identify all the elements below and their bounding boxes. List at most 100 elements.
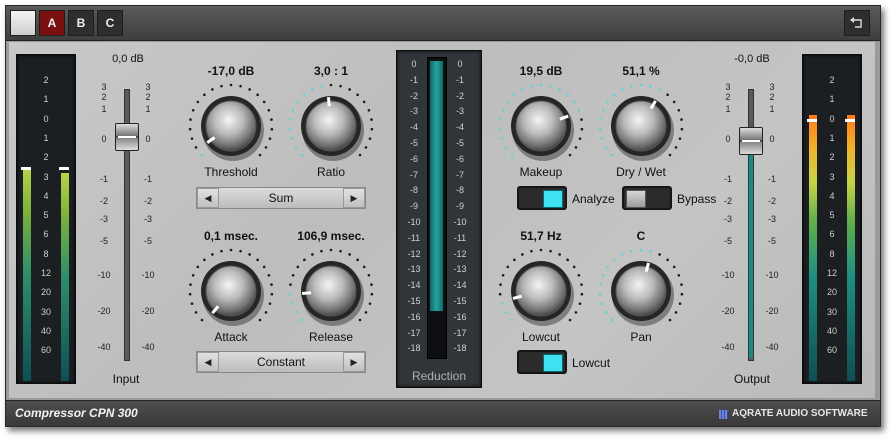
output-label: Output [733, 372, 771, 386]
output-fader-handle[interactable] [739, 127, 763, 155]
reduction-tick: -1 [409, 74, 418, 85]
return-arrow-icon[interactable] [844, 10, 870, 36]
preset-a-button[interactable]: A [39, 10, 65, 36]
bypass-label: Bypass [677, 192, 717, 206]
preset-blank-button[interactable] [10, 10, 36, 36]
reduction-tick: -7 [455, 169, 464, 180]
output-fader-tick: -3 [767, 214, 776, 224]
input-fader-tick: -10 [141, 270, 155, 280]
lowcut-toggle[interactable] [517, 350, 567, 374]
reduction-tick: -3 [409, 106, 418, 117]
output-meter-tick: 20 [826, 287, 837, 298]
output-meter-tick: 3 [829, 171, 835, 182]
reduction-tick: -10 [407, 217, 421, 227]
reduction-tick: -12 [453, 248, 467, 259]
drywet-value: 51,1 % [622, 64, 660, 78]
detection-next-arrow-icon[interactable]: ▶ [343, 188, 365, 208]
output-meter-tick: 1 [829, 132, 835, 143]
input-fader-tick: -3 [99, 214, 108, 224]
makeup-value: 19,5 dB [519, 64, 563, 78]
reduction-tick: -8 [455, 185, 464, 196]
input-meter-tick: 2 [43, 152, 49, 163]
top-bar: A B C [6, 6, 880, 41]
input-fader-handle[interactable] [115, 123, 139, 151]
reduction-tick: -15 [407, 296, 421, 306]
reduction-tick: -2 [455, 90, 464, 101]
reduction-tick: -10 [453, 217, 467, 227]
reduction-tick: -7 [409, 169, 418, 180]
reduction-tick: -14 [407, 280, 421, 291]
pan-label: Pan [630, 330, 652, 344]
reduction-tick: -2 [409, 90, 418, 101]
reduction-tick: -15 [453, 296, 467, 306]
input-fader-tick: -5 [99, 236, 108, 246]
reduction-tick: -1 [455, 74, 464, 85]
reduction-meter-bar [430, 61, 443, 311]
input-fader-tick: -3 [143, 214, 152, 224]
output-fader-tick: -1 [767, 174, 776, 184]
preset-c-button[interactable]: C [97, 10, 123, 36]
input-fader-tick: -40 [97, 342, 111, 352]
reduction-tick: -12 [407, 248, 421, 259]
output-fader-tick: -3 [723, 214, 732, 224]
mode-next-arrow-icon[interactable]: ▶ [343, 352, 365, 372]
release-label: Release [308, 330, 354, 344]
ratio-value: 3,0 : 1 [313, 64, 349, 78]
output-fader-tick: 0 [725, 134, 731, 144]
output-fader-tick: 1 [725, 104, 731, 114]
input-meter-tick: 1 [43, 94, 49, 105]
output-level-meter: 2 1 0 1 2 3 4 5 6 8 12 20 30 40 60 [802, 54, 862, 384]
detection-selector[interactable]: ◀ Sum ▶ [196, 187, 366, 209]
input-fader-tick: -20 [97, 306, 111, 316]
reduction-tick: -18 [453, 343, 467, 354]
input-meter-tick: 5 [43, 210, 49, 221]
attack-value: 0,1 msec. [203, 229, 259, 243]
reduction-tick: -11 [453, 232, 467, 243]
input-meter-tick: 8 [43, 248, 49, 259]
threshold-value: -17,0 dB [207, 64, 255, 78]
reduction-tick: -17 [407, 327, 421, 338]
analyze-toggle[interactable] [517, 186, 567, 210]
reduction-tick: -9 [409, 201, 418, 212]
input-fader-tick: 1 [145, 104, 151, 114]
input-meter-tick: 1 [43, 132, 49, 143]
detection-prev-arrow-icon[interactable]: ◀ [197, 188, 219, 208]
input-fader-tick: -2 [99, 196, 108, 206]
output-meter-tick: 0 [829, 113, 835, 124]
output-meter-tick: 5 [829, 210, 835, 221]
input-label: Input [112, 372, 140, 386]
input-value: 0,0 dB [112, 53, 144, 65]
output-fader-tick: -1 [723, 174, 732, 184]
mode-prev-arrow-icon[interactable]: ◀ [197, 352, 219, 372]
drywet-label: Dry / Wet [616, 165, 666, 179]
mode-selector[interactable]: ◀ Constant ▶ [196, 351, 366, 373]
output-fader-fill [749, 146, 753, 358]
mode-value: Constant [256, 355, 306, 369]
input-fader-tick: 2 [145, 92, 151, 102]
lowcut-toggle-label: Lowcut [572, 356, 611, 370]
output-fader-tick: 3 [769, 82, 775, 92]
output-meter-tick: 4 [829, 190, 835, 201]
output-meter-tick: 30 [826, 306, 837, 317]
attack-label: Attack [214, 330, 248, 344]
lowcut-knob-value: 51,7 Hz [520, 229, 562, 243]
output-peak-left [807, 119, 817, 122]
brand-logo-icon [719, 410, 728, 419]
reduction-tick: -18 [407, 343, 421, 354]
input-meter-tick: 3 [43, 171, 49, 182]
threshold-label: Threshold [204, 165, 258, 179]
input-fader-tick: 0 [145, 134, 151, 144]
input-fader-tick: 3 [101, 82, 107, 92]
input-meter-tick: 2 [43, 75, 49, 85]
reduction-tick: -5 [455, 138, 464, 148]
bypass-toggle[interactable] [622, 186, 672, 210]
reduction-tick: -16 [407, 311, 421, 322]
reduction-meter: 0 0 -1 -1 -2 -2 -3 -3 -4 -4 -5 -5 -6 -6 -7 -7 -8 -8 -9 -9 -1… [396, 50, 482, 388]
release-value: 106,9 msec. [297, 229, 365, 243]
input-meter-tick: 6 [43, 229, 49, 240]
reduction-tick: -5 [409, 138, 418, 148]
output-meter-tick: 8 [829, 248, 835, 259]
reduction-tick: -3 [455, 106, 464, 117]
preset-b-button[interactable]: B [68, 10, 94, 36]
plugin-title: Compressor CPN 300 [15, 406, 138, 420]
